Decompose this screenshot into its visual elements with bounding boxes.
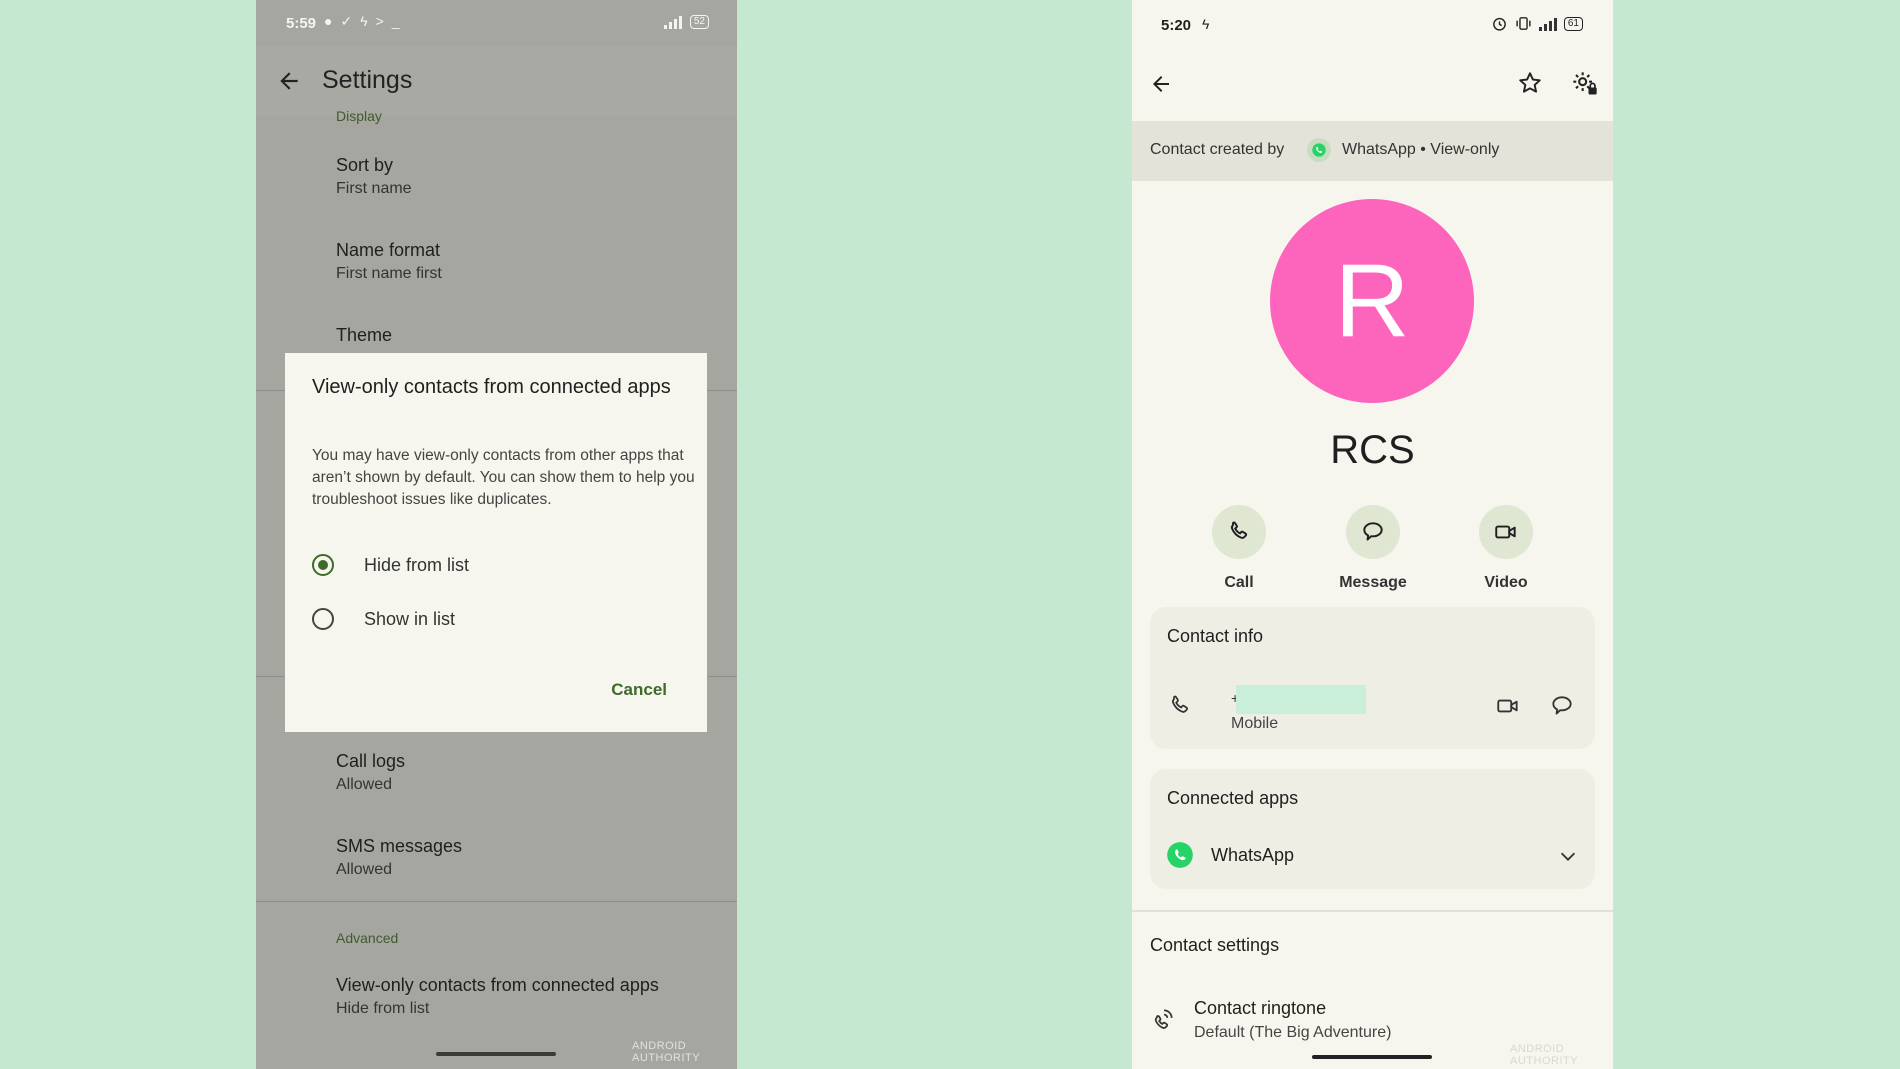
- chat-bubble-icon: ●: [324, 13, 341, 29]
- message-icon: [1363, 522, 1383, 541]
- phone-icon[interactable]: [1167, 693, 1193, 719]
- signal-icon: [663, 15, 682, 29]
- terminal-icon: >_: [375, 13, 408, 29]
- call-button[interactable]: Call: [1199, 505, 1279, 592]
- contact-app-bar: [1132, 52, 1613, 114]
- contact-avatar: R: [1270, 199, 1474, 403]
- connected-app-row[interactable]: WhatsApp: [1150, 829, 1595, 883]
- signal-icon: [1538, 17, 1557, 31]
- settings-phone-screen: 5:59 ●✓ϟ>_ 52 Settings Display Sort by F…: [256, 0, 737, 1069]
- contact-ringtone-value: Default (The Big Adventure): [1194, 1024, 1392, 1041]
- phone-type: Mobile: [1231, 715, 1279, 732]
- setting-call-logs[interactable]: Call logs Allowed: [336, 751, 405, 794]
- watermark: ANDROID AUTHORITY: [632, 1040, 701, 1064]
- status-time: 5:20: [1161, 17, 1192, 34]
- divider: [256, 901, 737, 902]
- view-only-contacts-dialog: View-only contacts from connected apps Y…: [285, 353, 707, 732]
- back-arrow-icon[interactable]: [276, 68, 302, 94]
- call-label: Call: [1224, 574, 1254, 591]
- setting-title: Call logs: [336, 751, 406, 771]
- cancel-button[interactable]: Cancel: [611, 680, 667, 700]
- setting-value: Allowed: [336, 861, 393, 878]
- setting-value: First name: [336, 180, 412, 197]
- chevron-down-icon[interactable]: [1557, 845, 1579, 867]
- setting-title: SMS messages: [336, 836, 463, 856]
- view-only-banner: Contact created by WhatsApp • View-only: [1132, 121, 1613, 181]
- setting-title: Sort by: [336, 155, 394, 175]
- notification-icons: ●✓ϟ>_: [324, 13, 408, 30]
- back-arrow-icon[interactable]: [1149, 72, 1173, 96]
- connected-app-name: WhatsApp: [1211, 845, 1295, 865]
- contact-info-card: Contact info + Mobile: [1150, 607, 1595, 749]
- video-icon: [1495, 525, 1516, 539]
- setting-sms-messages[interactable]: SMS messages Allowed: [336, 836, 462, 879]
- watermark: ANDROID AUTHORITY: [1510, 1043, 1579, 1067]
- setting-value: Allowed: [336, 776, 393, 793]
- video-icon[interactable]: [1495, 693, 1521, 719]
- setting-name-format[interactable]: Name format First name first: [336, 240, 442, 283]
- gear-icon[interactable]: [1571, 70, 1599, 98]
- section-advanced: Advanced: [336, 930, 399, 946]
- setting-title: Name format: [336, 240, 441, 260]
- dialog-body: You may have view-only contacts from oth…: [312, 447, 695, 508]
- battery-icon: 61: [1563, 16, 1583, 31]
- ringtone-icon: [1154, 1009, 1173, 1029]
- setting-view-only-contacts[interactable]: View-only contacts from connected apps H…: [336, 975, 659, 1018]
- redacted-number: [1236, 685, 1366, 714]
- home-indicator[interactable]: [436, 1052, 556, 1056]
- phone-icon: [1230, 521, 1248, 539]
- option-show-in-list[interactable]: Show in list: [312, 608, 455, 630]
- bolt-icon: ϟ: [1202, 16, 1210, 32]
- connected-apps-title: Connected apps: [1167, 788, 1299, 808]
- contact-name: RCS: [1330, 428, 1415, 472]
- status-time: 5:59: [286, 15, 317, 32]
- option-label: Show in list: [364, 608, 456, 629]
- settings-app-bar: Settings: [256, 46, 737, 116]
- bolt-icon: ϟ: [360, 13, 376, 29]
- video-button[interactable]: Video: [1466, 505, 1546, 592]
- contact-info-title: Contact info: [1167, 626, 1264, 646]
- radio-unselected-icon[interactable]: [312, 608, 334, 630]
- video-label: Video: [1484, 574, 1528, 591]
- setting-sort-by[interactable]: Sort by First name: [336, 155, 412, 198]
- whatsapp-icon: [1167, 842, 1193, 868]
- message-button[interactable]: Message: [1333, 505, 1413, 592]
- whatsapp-icon: [1307, 138, 1331, 162]
- home-indicator[interactable]: [1312, 1055, 1432, 1059]
- check-icon: ✓: [340, 13, 361, 29]
- setting-title: View-only contacts from connected apps: [336, 975, 659, 995]
- status-bar: 5:20 ϟ 61: [1132, 0, 1613, 50]
- contact-phone-screen: 5:20 ϟ 61 Contact created by WhatsApp • …: [1132, 0, 1613, 1069]
- alarm-icon: [1493, 17, 1506, 31]
- page-title: Settings: [322, 66, 413, 94]
- status-bar: 5:59 ●✓ϟ>_ 52: [256, 0, 737, 46]
- section-display: Display: [336, 108, 382, 124]
- option-hide-from-list[interactable]: Hide from list: [312, 554, 469, 576]
- battery-icon: 52: [689, 15, 709, 29]
- message-icon[interactable]: [1549, 693, 1575, 719]
- star-icon[interactable]: [1517, 70, 1543, 96]
- vibrate-icon: [1516, 17, 1531, 30]
- setting-title: Theme: [336, 325, 393, 345]
- banner-prefix: Contact created by: [1150, 141, 1285, 158]
- radio-selected-icon[interactable]: [312, 554, 334, 576]
- contact-ringtone-title: Contact ringtone: [1194, 998, 1327, 1018]
- setting-value: Hide from list: [336, 1000, 430, 1017]
- divider: [1132, 910, 1613, 912]
- option-label: Hide from list: [364, 554, 470, 575]
- banner-app-name: WhatsApp • View-only: [1342, 141, 1500, 158]
- dialog-title: View-only contacts from connected apps: [312, 376, 671, 398]
- setting-theme[interactable]: Theme: [336, 325, 392, 346]
- contact-settings-title: Contact settings: [1150, 935, 1280, 955]
- connected-apps-card: Connected apps WhatsApp: [1150, 769, 1595, 889]
- message-label: Message: [1339, 574, 1407, 591]
- setting-value: First name first: [336, 265, 442, 282]
- avatar-letter: R: [1334, 242, 1410, 359]
